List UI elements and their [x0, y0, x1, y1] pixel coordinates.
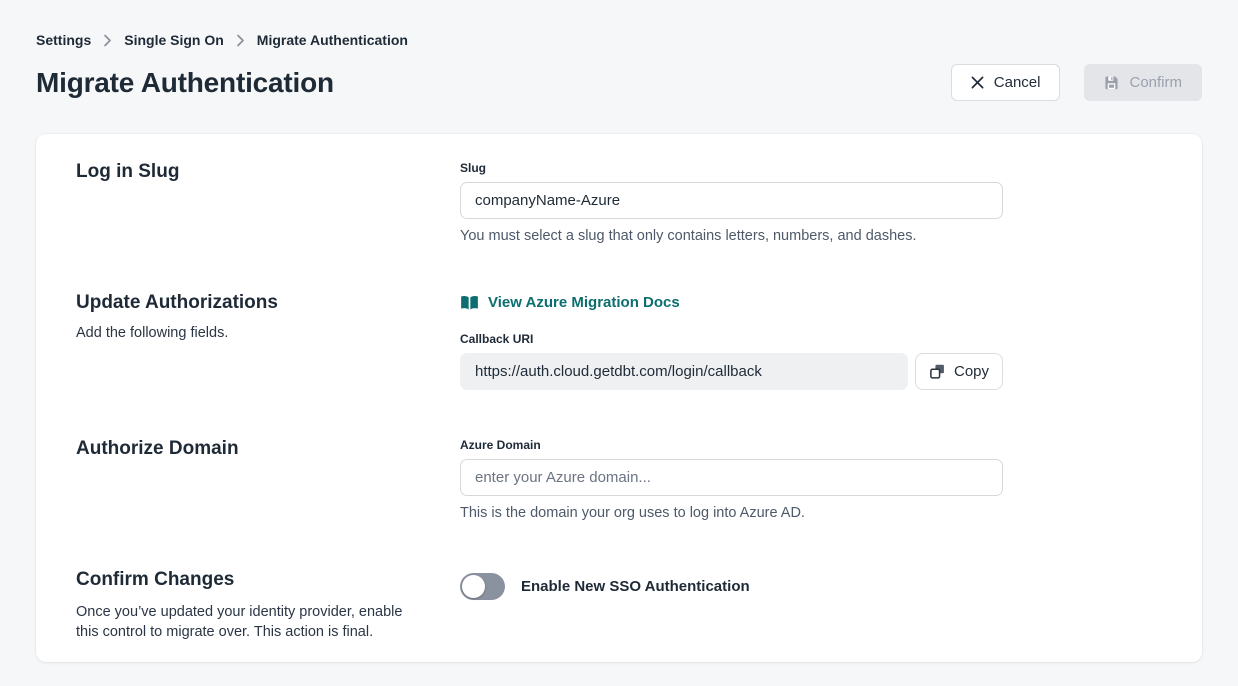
section-confirm-changes-fields: Enable New SSO Authentication	[460, 569, 1003, 642]
save-icon	[1104, 75, 1119, 90]
section-confirm-changes-info: Confirm Changes Once you’ve updated your…	[76, 569, 460, 642]
section-authorize-domain-info: Authorize Domain	[76, 438, 460, 521]
section-login-slug: Log in Slug Slug You must select a slug …	[76, 161, 1162, 244]
breadcrumb-single-sign-on[interactable]: Single Sign On	[124, 32, 224, 48]
section-subtitle: Add the following fields.	[76, 325, 416, 341]
sso-toggle-row: Enable New SSO Authentication	[460, 573, 1003, 600]
section-update-authorizations-info: Update Authorizations Add the following …	[76, 292, 460, 390]
close-icon	[971, 76, 984, 89]
slug-helper-text: You must select a slug that only contain…	[460, 228, 1003, 244]
page-title: Migrate Authentication	[36, 67, 334, 99]
section-update-authorizations: Update Authorizations Add the following …	[76, 292, 1162, 390]
section-login-slug-info: Log in Slug	[76, 161, 460, 244]
section-heading: Log in Slug	[76, 161, 416, 183]
breadcrumb-settings[interactable]: Settings	[36, 32, 91, 48]
callback-uri-input[interactable]	[460, 353, 908, 390]
confirm-button-label: Confirm	[1129, 74, 1182, 91]
settings-card: Log in Slug Slug You must select a slug …	[36, 134, 1202, 662]
copy-icon	[929, 363, 946, 380]
section-update-authorizations-fields: View Azure Migration Docs Callback URI	[460, 292, 1003, 390]
section-authorize-domain: Authorize Domain Azure Domain This is th…	[76, 438, 1162, 521]
cancel-button-label: Cancel	[994, 74, 1041, 91]
section-description: Once you’ve updated your identity provid…	[76, 602, 406, 642]
azure-domain-input[interactable]	[460, 459, 1003, 496]
section-heading: Confirm Changes	[76, 569, 416, 591]
callback-uri-label: Callback URI	[460, 332, 1003, 346]
breadcrumb: Settings Single Sign On Migrate Authenti…	[36, 0, 1202, 48]
callback-uri-row: Copy	[460, 353, 1003, 390]
section-heading: Update Authorizations	[76, 292, 416, 314]
sso-toggle-label: Enable New SSO Authentication	[521, 578, 750, 595]
chevron-right-icon	[103, 34, 112, 47]
copy-button-label: Copy	[954, 363, 989, 380]
azure-domain-helper-text: This is the domain your org uses to log …	[460, 505, 1003, 521]
section-login-slug-fields: Slug You must select a slug that only co…	[460, 161, 1003, 244]
breadcrumb-current-page: Migrate Authentication	[257, 32, 408, 48]
book-icon	[460, 295, 479, 311]
chevron-right-icon	[236, 34, 245, 47]
header-actions: Cancel Confirm	[951, 64, 1202, 101]
section-heading: Authorize Domain	[76, 438, 416, 460]
page-header: Migrate Authentication Cancel	[36, 64, 1202, 101]
enable-sso-toggle[interactable]	[460, 573, 505, 600]
confirm-button[interactable]: Confirm	[1084, 64, 1202, 101]
callback-uri-block: Callback URI Copy	[460, 332, 1003, 390]
copy-button[interactable]: Copy	[915, 353, 1003, 390]
cancel-button[interactable]: Cancel	[951, 64, 1061, 101]
section-authorize-domain-fields: Azure Domain This is the domain your org…	[460, 438, 1003, 521]
docs-link-label: View Azure Migration Docs	[488, 294, 680, 311]
azure-migration-docs-link[interactable]: View Azure Migration Docs	[460, 294, 680, 311]
section-confirm-changes: Confirm Changes Once you’ve updated your…	[76, 569, 1162, 642]
page: Settings Single Sign On Migrate Authenti…	[0, 0, 1238, 662]
slug-field-label: Slug	[460, 161, 1003, 175]
azure-domain-label: Azure Domain	[460, 438, 1003, 452]
slug-input[interactable]	[460, 182, 1003, 219]
toggle-knob	[462, 575, 485, 598]
